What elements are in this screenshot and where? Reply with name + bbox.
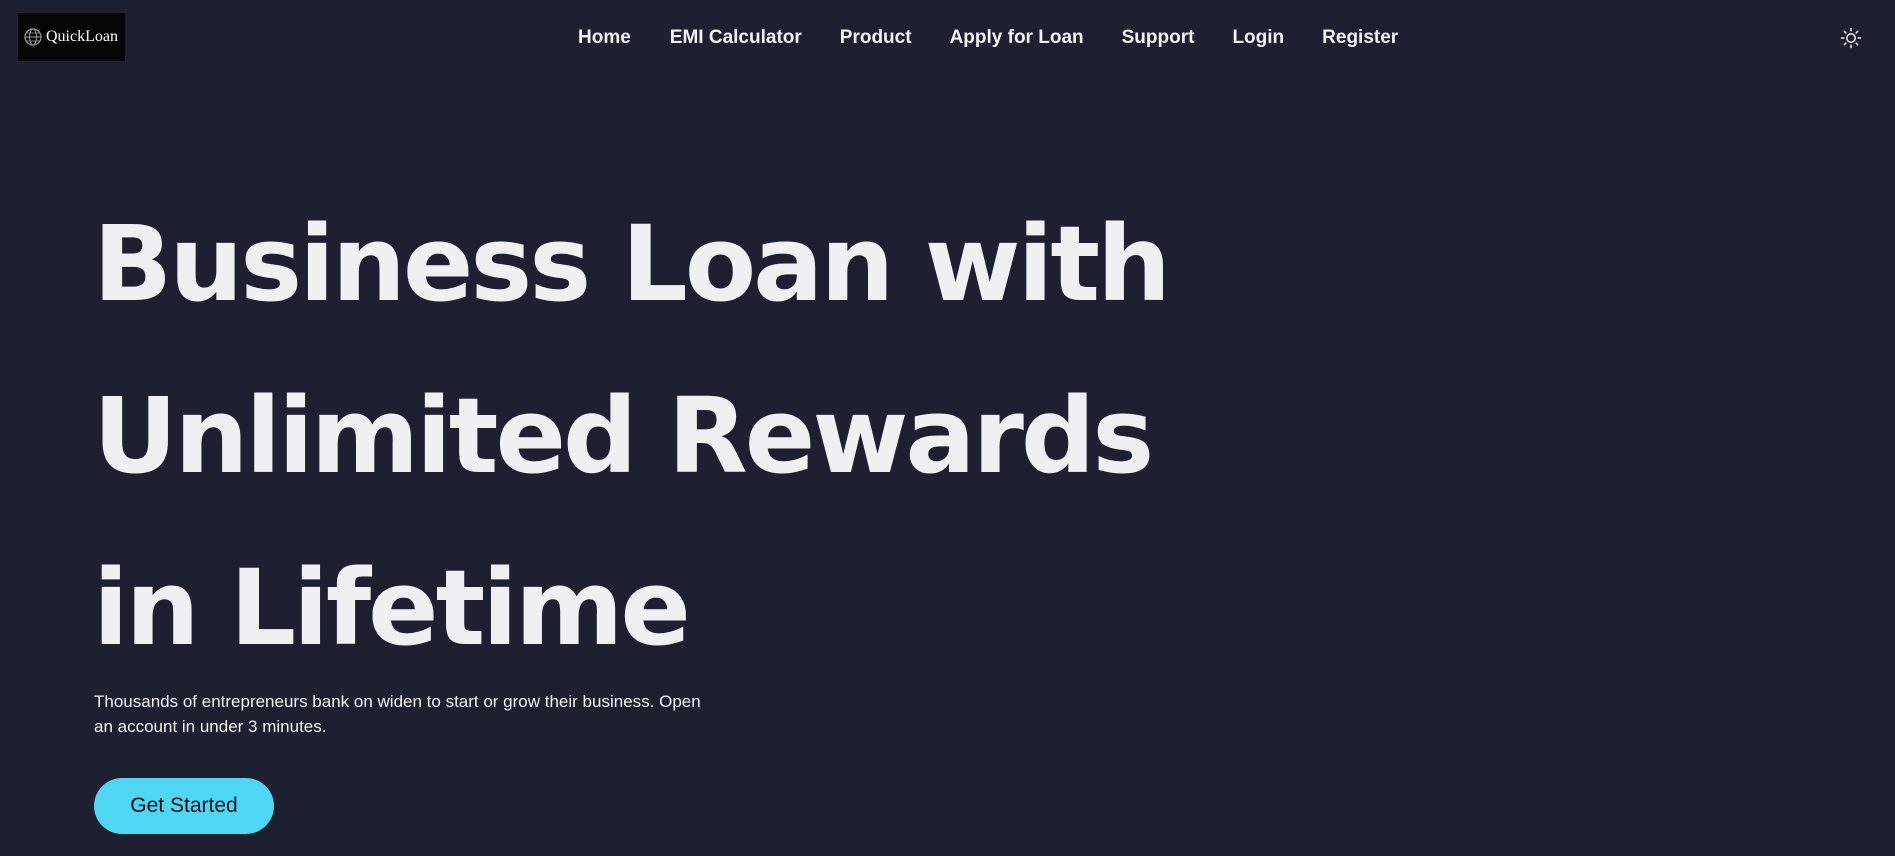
hero-title: Business Loan with Unlimited Rewards in … (93, 178, 1193, 694)
hero-title-line: in Lifetime (93, 547, 691, 669)
brand-logo[interactable]: QuickLoan (18, 13, 125, 61)
nav-item-support[interactable]: Support (1122, 27, 1195, 49)
brand-name: QuickLoan (46, 28, 118, 45)
globe-icon (23, 27, 43, 47)
hero-title-line: Business Loan with (93, 203, 1171, 325)
hero-section: Business Loan with Unlimited Rewards in … (93, 178, 1193, 694)
theme-toggle-button[interactable] (1840, 27, 1862, 49)
hero-title-line: Unlimited Rewards (93, 375, 1154, 497)
main-nav: Home EMI Calculator Product Apply for Lo… (578, 24, 1398, 52)
nav-item-register[interactable]: Register (1322, 27, 1398, 49)
nav-item-login[interactable]: Login (1232, 27, 1284, 49)
nav-item-home[interactable]: Home (578, 27, 631, 49)
hero-subtitle: Thousands of entrepreneurs bank on widen… (94, 692, 701, 736)
get-started-button[interactable]: Get Started (94, 778, 274, 834)
sun-icon (1840, 27, 1862, 49)
navbar: QuickLoan Home EMI Calculator Product Ap… (0, 0, 1895, 76)
nav-item-product[interactable]: Product (840, 27, 912, 49)
nav-item-apply-for-loan[interactable]: Apply for Loan (950, 27, 1084, 49)
nav-item-emi-calculator[interactable]: EMI Calculator (670, 27, 802, 49)
